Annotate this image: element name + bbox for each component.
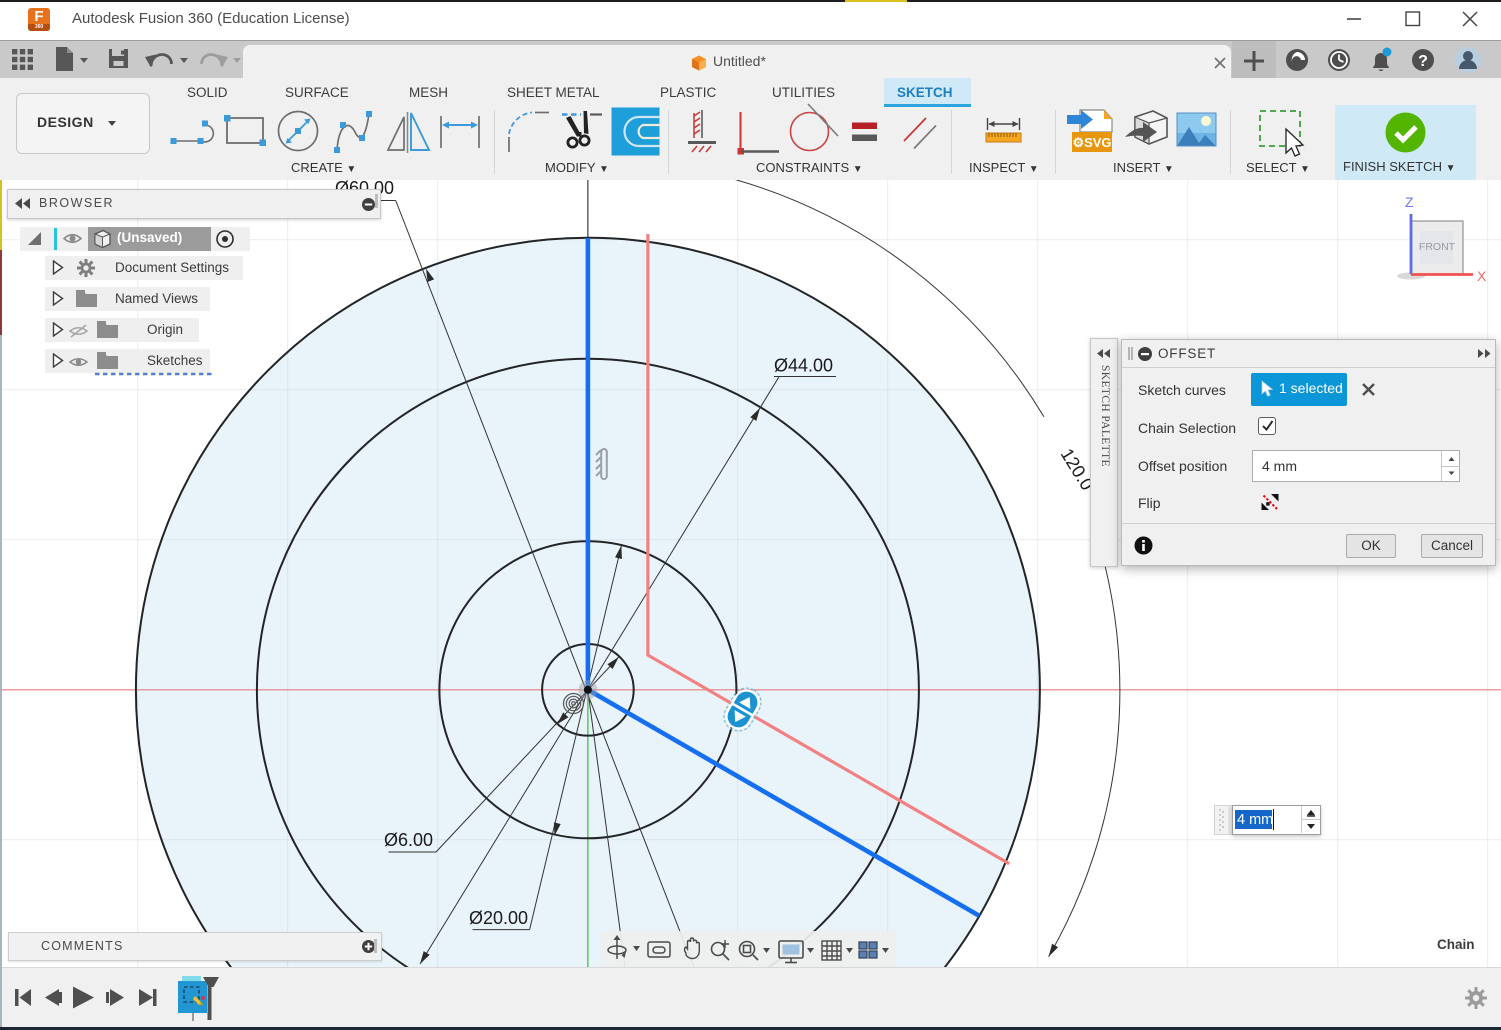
svg-text:Ø6.00: Ø6.00 <box>384 830 433 850</box>
svg-text:FRONT: FRONT <box>1419 241 1456 253</box>
svg-text:?: ? <box>1418 53 1428 70</box>
svg-text:⚙SVG: ⚙SVG <box>1072 135 1111 150</box>
svg-text:Z: Z <box>1405 194 1414 210</box>
svg-text:Ø20.00: Ø20.00 <box>469 908 528 928</box>
svg-text:Ø44.00: Ø44.00 <box>774 356 833 376</box>
svg-text:X: X <box>1477 268 1487 284</box>
